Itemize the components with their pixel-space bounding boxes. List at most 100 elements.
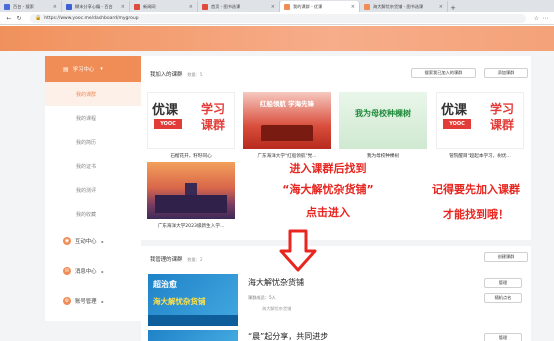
sidebar-item-my-favorites[interactable]: 我的收藏 [45, 202, 141, 226]
tab-close-icon[interactable]: × [50, 4, 57, 10]
sidebar-header-label: 学习中心 [72, 67, 95, 73]
cover-subtitle: 海大解忧杂货铺 [153, 297, 206, 306]
group-cover: 我为母校种棵树 [339, 92, 427, 149]
tab-favicon-icon [364, 3, 370, 10]
tab-favicon-icon [66, 3, 72, 10]
chevron-right-icon: ▸ [101, 238, 104, 244]
tab-label: 百台 - 搜索 [13, 3, 34, 9]
group-card[interactable]: 优课 YOOC 学习课群 石榴花开，籽籽同心 [147, 92, 235, 159]
chevron-right-icon: ▸ [101, 298, 104, 304]
extensions-icon[interactable]: ⋯ [541, 15, 550, 22]
tab-close-icon[interactable]: × [348, 4, 355, 10]
search-joined-groups-button[interactable]: 搜索我已加入的课群 [411, 68, 476, 78]
managed-count: 数量：2 [187, 257, 203, 262]
managed-group-name[interactable]: “晨”起分享，共同进步 [248, 331, 328, 341]
sidebar-item-my-tests[interactable]: 我的测评 [45, 178, 141, 202]
group-card[interactable]: 广东海洋大学2023级新生入学... [147, 162, 235, 229]
managed-group-teacher: 海大解忧杂货铺 [262, 306, 292, 311]
campus-graphic [155, 195, 227, 213]
sidebar-item-label: 我的课程 [76, 115, 97, 122]
button-label: 随机点名 [494, 295, 512, 300]
yooc-badge: YOOC [443, 119, 471, 129]
group-card-title: 广东海洋大学2023级新生入学... [157, 224, 225, 229]
yooc-slogan: 学习课群 [200, 102, 225, 132]
reload-icon[interactable]: ↻ [14, 15, 24, 22]
group-card[interactable]: 优课 YOOC 学习课群 管院醒目"超起本学习，树优... [436, 92, 524, 159]
top-banner [0, 26, 554, 51]
sidebar-group-account[interactable]: ⚙ 账号管理 ▸ [45, 286, 141, 316]
sidebar-group-interaction[interactable]: ◉ 互动中心 ▸ [45, 226, 141, 256]
group-card-title: 广东海洋大学"红船领航"党... [257, 154, 317, 159]
yooc-slogan: 学习课群 [489, 102, 514, 132]
group-card-title: 石榴花开，籽籽同心 [170, 154, 212, 159]
lock-icon: 🔒 [35, 15, 42, 21]
star-icon[interactable]: ☆ [532, 15, 541, 22]
back-icon[interactable]: ← [4, 15, 14, 22]
sidebar-group-messages[interactable]: ✉ 消息中心 ▸ [45, 256, 141, 286]
sidebar: ▤ 学习中心 ▾ 我的课群 我的课程 我的简历 我的证书 我的测评 我的收藏 ◉… [45, 56, 141, 321]
managed-section-title: 我管理的课群 数量：2 [150, 255, 203, 263]
section-title-text: 我管理的课群 [150, 257, 183, 263]
new-tab-icon[interactable]: + [448, 4, 458, 12]
sidebar-group-label: 互动中心 [75, 239, 97, 245]
button-label: 管理 [498, 335, 508, 340]
tab-label: 我的课群 - 优课 [293, 3, 323, 9]
tab-label: 新闻网 [143, 3, 156, 9]
random-rollcall-button[interactable]: 随机点名 [484, 293, 522, 303]
tab-favicon-icon [284, 3, 290, 10]
sidebar-group-label: 账号管理 [75, 299, 97, 305]
chevron-down-icon: ▾ [100, 66, 103, 72]
sidebar-item-label: 我的收藏 [76, 211, 97, 218]
group-card[interactable]: 我为母校种棵树 我为母校种棵树 [339, 92, 427, 159]
group-card[interactable]: 红船领航 学海先锋 广东海洋大学"红船领航"党... [243, 92, 331, 159]
browser-tab[interactable]: 新闻网 × [130, 1, 198, 12]
sidebar-group-label: 消息中心 [75, 269, 97, 275]
managed-group-members: 课群成员：5人 [248, 295, 276, 300]
sidebar-header-learning-center[interactable]: ▤ 学习中心 ▾ [45, 56, 141, 82]
manage-button[interactable]: 管理 [484, 333, 522, 341]
sidebar-item-label: 我的测评 [76, 187, 97, 194]
tab-close-icon[interactable]: × [186, 4, 193, 10]
managed-group-cover[interactable]: 超治愈 海大解忧杂货铺 [148, 274, 238, 326]
building-graphic [261, 125, 313, 141]
browser-tab[interactable]: 百台 - 搜索 × [0, 1, 62, 12]
sidebar-item-my-certificates[interactable]: 我的证书 [45, 154, 141, 178]
browser-tab-active[interactable]: 我的课群 - 优课 × [280, 1, 360, 12]
tab-close-icon[interactable]: × [268, 4, 275, 10]
button-label: 添加课群 [497, 70, 515, 75]
tower-graphic [185, 183, 197, 195]
sidebar-item-my-groups[interactable]: 我的课群 [45, 82, 141, 106]
yooc-badge: YOOC [154, 119, 182, 129]
create-group-button[interactable]: 创建课群 [484, 252, 528, 262]
url-input[interactable]: 🔒 https://www.yooc.me/dashboard/mygroup [30, 13, 526, 23]
address-bar: ← ↻ 🔒 https://www.yooc.me/dashboard/mygr… [0, 12, 554, 25]
browser-tab-bar: 百台 - 搜索 × 糊末分享心编 - 百台 × 新闻网 × 首页 - 图书选课 … [0, 0, 554, 12]
annotation-line: 进入课群后找到 [289, 162, 367, 175]
cover-title: 红船领航 学海先锋 [259, 100, 315, 108]
tab-close-icon[interactable]: × [436, 4, 443, 10]
annotation-line: 点击进入 [306, 206, 350, 219]
group-card-title: 管院醒目"超起本学习，树优... [449, 154, 511, 159]
annotation-line: 记得要先加入课群 [432, 183, 520, 196]
add-group-button[interactable]: 添加课群 [484, 68, 528, 78]
group-cover [147, 162, 235, 219]
managed-group-name[interactable]: 海大解忧杂货铺 [248, 277, 304, 288]
tab-favicon-icon [134, 3, 140, 10]
manage-button[interactable]: 管理 [484, 278, 522, 288]
sidebar-item-label: 我的课群 [76, 91, 97, 98]
managed-group-cover[interactable] [148, 330, 238, 341]
tab-close-icon[interactable]: × [118, 4, 125, 10]
yooc-logo-text: 优课 [152, 103, 179, 118]
sidebar-item-my-courses[interactable]: 我的课程 [45, 106, 141, 130]
browser-tab[interactable]: 糊末分享心编 - 百台 × [62, 1, 130, 12]
sidebar-item-my-resume[interactable]: 我的简历 [45, 130, 141, 154]
section-divider [141, 240, 531, 246]
book-icon: ▤ [63, 65, 69, 73]
browser-tab[interactable]: 首页 - 图书选课 × [198, 1, 280, 12]
browser-tab[interactable]: 海大解忧杂货铺 - 图书选课 × [360, 1, 448, 12]
group-cover: 优课 YOOC 学习课群 [436, 92, 524, 149]
cover-title: 超治愈 [153, 280, 177, 289]
chevron-right-icon: ▸ [101, 268, 104, 274]
group-card-title: 我为母校种棵树 [366, 154, 400, 159]
tab-label: 首页 - 图书选课 [211, 3, 241, 9]
